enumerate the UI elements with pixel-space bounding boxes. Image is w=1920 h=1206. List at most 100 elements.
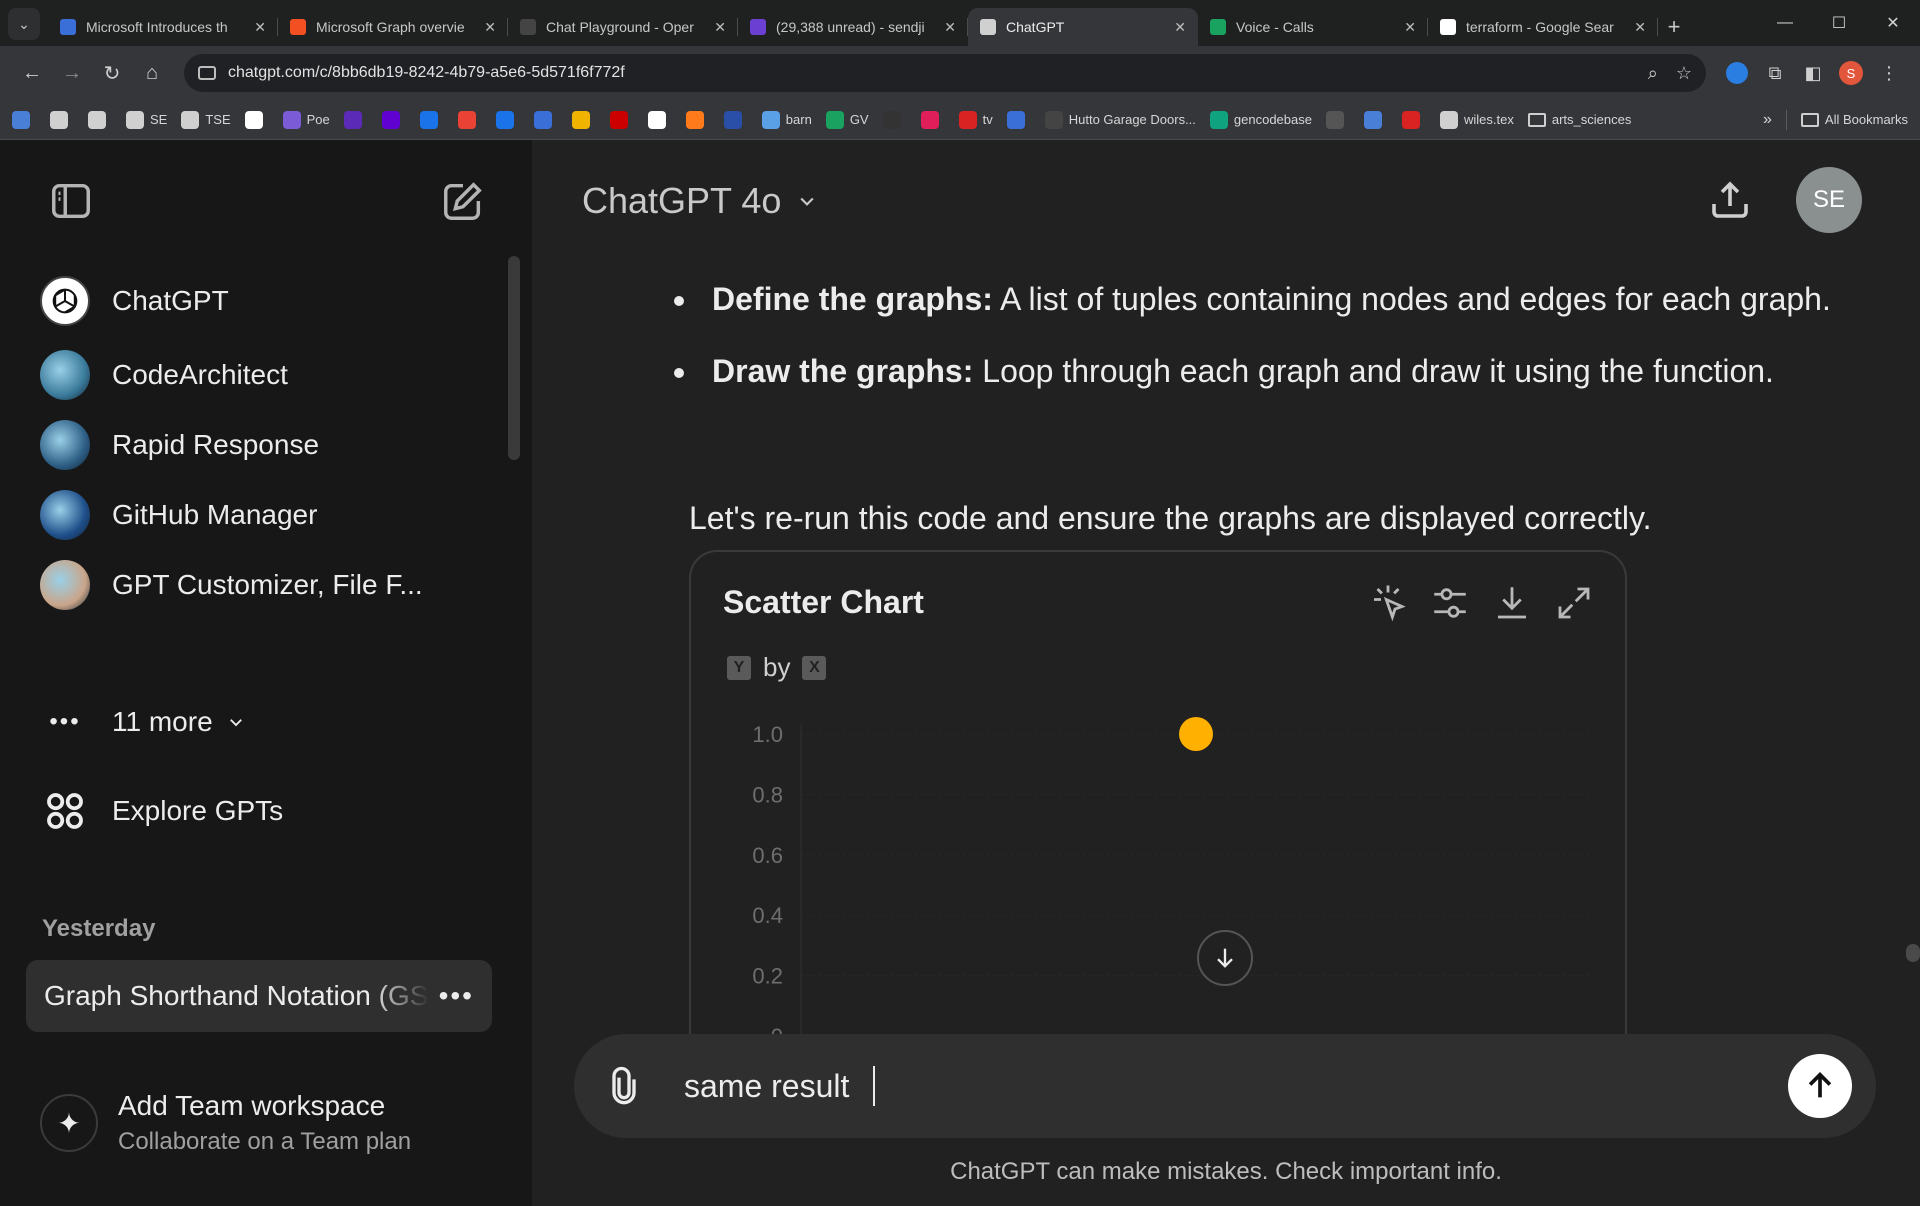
explore-gpts-button[interactable]: Explore GPTs [40,786,283,836]
bookmark-item[interactable] [571,110,596,129]
message-input[interactable]: same result [684,1068,849,1105]
maximize-button[interactable]: ☐ [1812,0,1866,46]
bookmark-item[interactable] [50,110,74,129]
bookmark-item[interactable] [88,110,112,129]
address-bar[interactable]: chatgpt.com/c/8bb6db19-8242-4b79-a5e6-5d… [184,54,1706,92]
sidebar-toggle-icon[interactable] [48,178,94,224]
extensions-puzzle-icon[interactable]: ⧉ [1756,54,1794,92]
all-bookmarks-button[interactable]: All Bookmarks [1800,112,1908,127]
browser-tab[interactable]: (29,388 unread) - sendji ✕ [738,8,968,46]
bookmark-item[interactable] [419,110,444,129]
send-button[interactable] [1788,1054,1852,1118]
back-button[interactable]: ← [12,53,52,93]
browser-tab[interactable]: Microsoft Graph overvie ✕ [278,8,508,46]
new-tab-button[interactable]: + [1658,8,1690,46]
close-tab-icon[interactable]: ✕ [1634,19,1646,36]
bookmark-item[interactable] [609,110,634,129]
close-tab-icon[interactable]: ✕ [1404,19,1416,36]
bookmark-item[interactable]: tv [958,110,993,129]
bookmark-label: barn [785,112,812,127]
share-icon[interactable] [1706,176,1754,224]
bookmark-item[interactable]: arts_sciences [1527,112,1631,127]
sidebar-gpt-item[interactable]: Rapid Response [40,420,319,470]
browser-tab[interactable]: Microsoft Introduces th ✕ [48,8,278,46]
bookmark-item[interactable]: barn [761,110,812,129]
select-pointer-icon[interactable] [1367,582,1409,624]
history-options-button[interactable]: ••• [439,980,474,1012]
browser-tab[interactable]: Chat Playground - Oper ✕ [508,8,738,46]
minimize-button[interactable]: — [1758,0,1812,46]
close-tab-icon[interactable]: ✕ [254,19,266,36]
x-axis-chip[interactable]: X [802,655,827,680]
browser-tab[interactable]: Voice - Calls ✕ [1198,8,1428,46]
expand-icon[interactable] [1553,582,1595,624]
more-gpts-button[interactable]: ••• 11 more [40,706,245,738]
close-tab-icon[interactable]: ✕ [1174,19,1186,36]
scatter-point[interactable] [1179,717,1213,751]
site-info-icon[interactable] [198,66,216,80]
bookmark-item[interactable] [647,110,672,129]
bookmark-item[interactable]: TSE [181,110,231,129]
bookmark-item[interactable] [12,110,36,129]
bookmark-item[interactable] [1401,110,1426,129]
bookmark-item[interactable]: SE [126,110,167,129]
bookmark-item[interactable] [495,110,520,129]
user-avatar[interactable]: SE [1796,167,1862,233]
bookmark-item[interactable] [533,110,558,129]
message-composer[interactable]: same result [574,1034,1876,1138]
y-tick-label: 1.0 [752,722,783,747]
browser-tab[interactable]: ChatGPT ✕ [968,8,1198,46]
bookmark-item[interactable] [244,110,269,129]
bookmark-item[interactable]: gencodebase [1209,110,1312,129]
bookmark-item[interactable]: Poe [282,110,330,129]
sidebar-scrollbar[interactable] [508,256,520,460]
paperclip-icon[interactable] [604,1066,644,1106]
bookmark-item[interactable] [457,110,482,129]
bookmark-item[interactable] [1325,110,1350,129]
forward-button[interactable]: → [52,53,92,93]
bookmark-favicon-icon [920,110,939,129]
menu-kebab-icon[interactable]: ⋮ [1870,54,1908,92]
sidebar-gpt-item[interactable]: GitHub Manager [40,490,317,540]
reload-button[interactable]: ↻ [92,53,132,93]
scroll-to-bottom-button[interactable] [1197,930,1253,986]
download-icon[interactable] [1491,582,1533,624]
bookmark-item[interactable] [343,110,368,129]
close-window-button[interactable]: ✕ [1866,0,1920,46]
bookmark-item[interactable]: Hutto Garage Doors... [1044,110,1196,129]
favicon-icon [1210,19,1226,35]
bookmarks-right: » All Bookmarks [1763,109,1908,130]
bookmark-item[interactable] [1363,110,1388,129]
close-tab-icon[interactable]: ✕ [484,19,496,36]
url-text[interactable]: chatgpt.com/c/8bb6db19-8242-4b79-a5e6-5d… [228,64,1630,82]
sidebar-gpt-item[interactable]: CodeArchitect [40,350,288,400]
bookmark-star-icon[interactable]: ☆ [1676,63,1692,84]
sidebar-gpt-item[interactable]: ChatGPT [40,276,229,326]
browser-tab[interactable]: terraform - Google Sear ✕ [1428,8,1658,46]
bookmark-item[interactable] [685,110,710,129]
bookmark-item[interactable] [1006,110,1031,129]
close-tab-icon[interactable]: ✕ [714,19,726,36]
bookmark-item[interactable] [882,110,907,129]
add-team-workspace[interactable]: ✦ Add Team workspace Collaborate on a Te… [40,1090,411,1156]
history-item-active[interactable]: Graph Shorthand Notation (GSN) ••• [26,960,492,1032]
sidebar-gpt-item[interactable]: GPT Customizer, File F... [40,560,423,610]
bookmark-item[interactable] [381,110,406,129]
page-scrollbar[interactable] [1906,944,1920,962]
bookmark-item[interactable] [723,110,748,129]
model-selector[interactable]: ChatGPT 4o [582,180,817,222]
bookmark-item[interactable]: wiles.tex [1439,110,1514,129]
profile-button[interactable]: S [1832,54,1870,92]
extension-icon[interactable] [1718,54,1756,92]
bookmark-item[interactable] [920,110,945,129]
bookmark-item[interactable]: GV [825,110,869,129]
home-button[interactable]: ⌂ [132,53,172,93]
side-panel-icon[interactable]: ◧ [1794,54,1832,92]
zoom-icon[interactable]: ⌕ [1648,63,1658,84]
close-tab-icon[interactable]: ✕ [944,19,956,36]
y-axis-chip[interactable]: Y [727,655,751,680]
bookmarks-overflow-button[interactable]: » [1763,111,1772,129]
new-chat-icon[interactable] [440,178,486,224]
tab-search-button[interactable]: ⌄ [8,8,40,40]
sliders-icon[interactable] [1429,582,1471,624]
